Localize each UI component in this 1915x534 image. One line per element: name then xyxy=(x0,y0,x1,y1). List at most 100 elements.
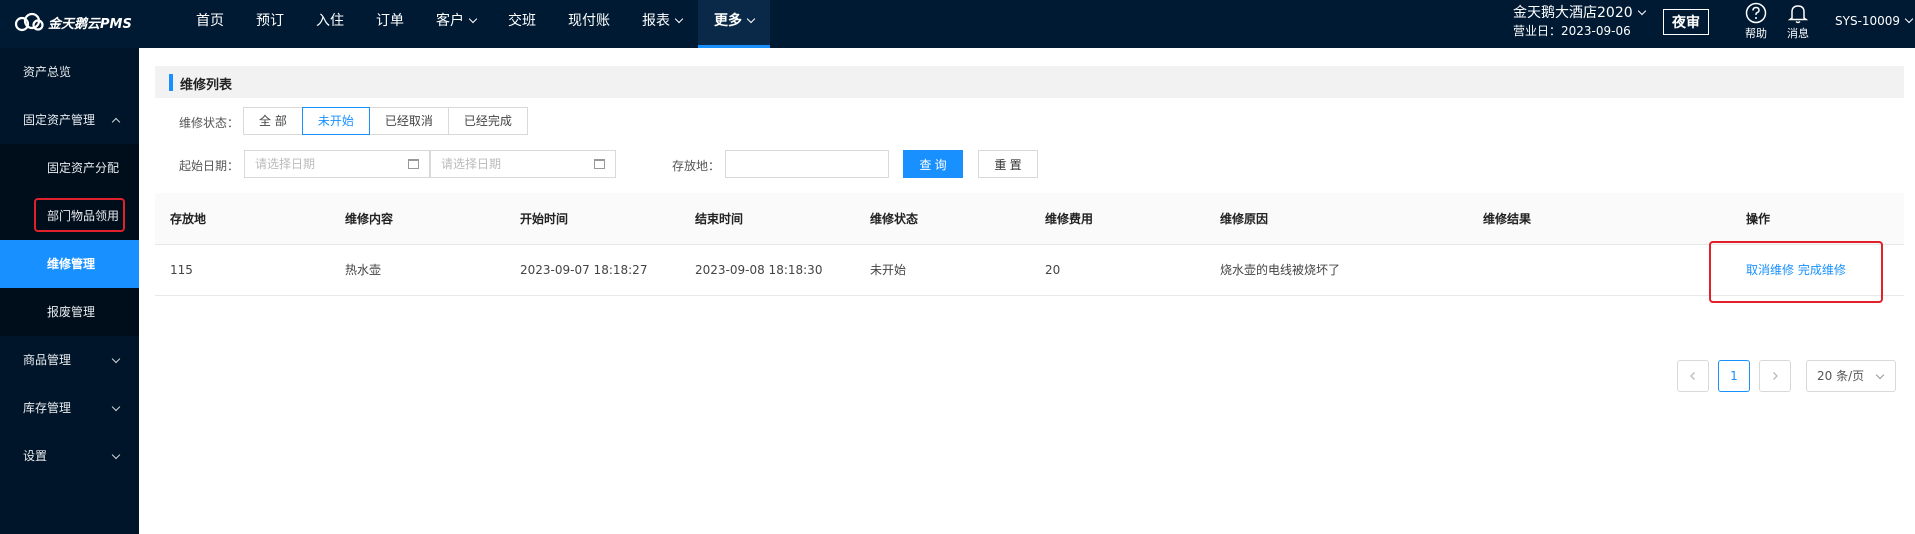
nav-orders[interactable]: 订单 xyxy=(360,0,420,48)
reset-button[interactable]: 重 置 xyxy=(978,150,1038,178)
sidebar-item-inventory[interactable]: 库存管理 xyxy=(0,384,139,432)
chevron-right-icon xyxy=(1773,372,1778,380)
nav-reports[interactable]: 报表 xyxy=(626,0,698,48)
column-header: 存放地 xyxy=(170,212,207,226)
sidebar-item-label: 维修管理 xyxy=(47,257,96,271)
date-placeholder: 请选择日期 xyxy=(255,157,316,171)
nav-label: 预订 xyxy=(256,13,284,29)
status-filter: 全 部 未开始 已经取消 已经完成 xyxy=(243,107,528,135)
sidebar-item-repair-management[interactable]: 维修管理 xyxy=(0,240,139,288)
sidebar-item-asset-overview[interactable]: 资产总览 xyxy=(0,48,139,96)
chevron-down-icon xyxy=(746,14,756,24)
page-size-value: 20 条/页 xyxy=(1817,369,1865,383)
table-row: 115 热水壶 2023-09-07 18:18:27 2023-09-08 1… xyxy=(155,245,1904,296)
messages-button[interactable]: 消息 xyxy=(1783,2,1813,41)
nav-customers[interactable]: 客户 xyxy=(420,0,492,48)
sidebar-item-fixed-assets[interactable]: 固定资产管理 xyxy=(0,96,139,144)
column-header: 操作 xyxy=(1746,212,1771,226)
highlight-box xyxy=(34,198,125,232)
bell-icon xyxy=(1787,5,1809,24)
query-button[interactable]: 查 询 xyxy=(903,150,963,178)
nav-home[interactable]: 首页 xyxy=(180,0,240,48)
status-option-cancelled[interactable]: 已经取消 xyxy=(368,107,449,135)
column-header: 维修原因 xyxy=(1220,212,1269,226)
cell-content: 热水壶 xyxy=(345,263,382,277)
chevron-down-icon xyxy=(674,14,684,24)
nav-label: 客户 xyxy=(436,13,464,29)
page-title: 维修列表 xyxy=(180,78,233,93)
main-content: 维修列表 维修状态： 全 部 未开始 已经取消 已经完成 起始日期： 请选择日期… xyxy=(139,48,1915,534)
status-option-all[interactable]: 全 部 xyxy=(243,107,303,135)
nav-label: 交班 xyxy=(508,13,536,29)
date-placeholder: 请选择日期 xyxy=(441,157,502,171)
user-name: SYS-10009 xyxy=(1835,14,1901,28)
cloud-icon xyxy=(14,12,44,32)
business-date: 营业日：2023-09-06 xyxy=(1513,24,1631,38)
nav-reservation[interactable]: 预订 xyxy=(240,0,300,48)
night-audit-button[interactable]: 夜审 xyxy=(1663,9,1709,35)
end-date-input[interactable]: 请选择日期 xyxy=(430,150,616,178)
calendar-icon xyxy=(594,159,605,169)
nav-cash-account[interactable]: 现付账 xyxy=(552,0,626,48)
column-header: 维修结果 xyxy=(1483,212,1532,226)
nav-label: 更多 xyxy=(714,13,742,29)
page-size-select[interactable]: 20 条/页 xyxy=(1806,360,1896,392)
start-date-input[interactable]: 请选择日期 xyxy=(244,150,430,178)
chevron-down-icon xyxy=(111,450,121,460)
help-button[interactable]: 帮助 xyxy=(1741,2,1771,41)
location-label: 存放地： xyxy=(672,159,721,173)
help-label: 帮助 xyxy=(1745,27,1767,40)
next-page-button[interactable] xyxy=(1759,360,1791,392)
section-header: 维修列表 xyxy=(155,66,1904,98)
prev-page-button[interactable] xyxy=(1677,360,1709,392)
cell-location: 115 xyxy=(170,263,193,277)
location-input[interactable] xyxy=(725,150,889,178)
sidebar-item-label: 资产总览 xyxy=(23,65,72,79)
chevron-up-icon xyxy=(111,117,121,127)
messages-label: 消息 xyxy=(1787,27,1809,40)
column-header: 结束时间 xyxy=(695,212,744,226)
cell-end-time: 2023-09-08 18:18:30 xyxy=(695,263,823,277)
calendar-icon xyxy=(408,159,419,169)
column-header: 维修费用 xyxy=(1045,212,1094,226)
sidebar-item-label: 设置 xyxy=(23,449,48,463)
page-number-button[interactable]: 1 xyxy=(1718,360,1750,392)
repair-table: 存放地 维修内容 开始时间 结束时间 维修状态 维修费用 维修原因 维修结果 操… xyxy=(155,193,1904,296)
hotel-selector[interactable]: 金天鹅大酒店2020 营业日：2023-09-06 xyxy=(1513,4,1646,40)
nav-shift[interactable]: 交班 xyxy=(492,0,552,48)
start-date-label: 起始日期： xyxy=(179,159,240,173)
help-icon xyxy=(1745,2,1767,24)
nav-more[interactable]: 更多 xyxy=(698,0,770,48)
sidebar-item-label: 报废管理 xyxy=(47,305,96,319)
status-option-completed[interactable]: 已经完成 xyxy=(447,107,528,135)
nav-label: 入住 xyxy=(316,13,344,29)
nav-label: 现付账 xyxy=(568,13,610,29)
sidebar-item-label: 固定资产管理 xyxy=(23,113,96,127)
cell-status: 未开始 xyxy=(870,263,907,277)
column-header: 维修状态 xyxy=(870,212,919,226)
chevron-down-icon xyxy=(1637,6,1646,16)
sidebar: 资产总览 固定资产管理 固定资产分配 部门物品领用 维修管理 报废管理 商品管理… xyxy=(0,48,139,534)
cell-reason: 烧水壶的电线被烧坏了 xyxy=(1220,263,1341,277)
sidebar-item-label: 固定资产分配 xyxy=(47,161,120,175)
sidebar-item-settings[interactable]: 设置 xyxy=(0,432,139,480)
logo-text: 金天鹅云PMS xyxy=(48,16,132,32)
nav-label: 首页 xyxy=(196,13,224,29)
status-option-not-started[interactable]: 未开始 xyxy=(301,107,370,135)
top-navbar: 金天鹅云PMS 首页 预订 入住 订单 客户 交班 现付账 报表 更多 金天鹅大… xyxy=(0,0,1915,48)
sidebar-item-scrap-management[interactable]: 报废管理 xyxy=(0,288,139,336)
status-filter-label: 维修状态： xyxy=(179,116,240,130)
sidebar-item-label: 商品管理 xyxy=(23,353,72,367)
nav-label: 订单 xyxy=(376,13,404,29)
cell-start-time: 2023-09-07 18:18:27 xyxy=(520,263,648,277)
chevron-down-icon xyxy=(1875,370,1885,380)
chevron-down-icon xyxy=(111,354,121,364)
sidebar-item-asset-allocation[interactable]: 固定资产分配 xyxy=(0,144,139,192)
app-logo[interactable]: 金天鹅云PMS xyxy=(14,11,132,33)
chevron-left-icon xyxy=(1690,372,1695,380)
chevron-down-icon xyxy=(111,402,121,412)
main-nav: 首页 预订 入住 订单 客户 交班 现付账 报表 更多 xyxy=(180,0,770,48)
user-menu[interactable]: SYS-10009 xyxy=(1835,14,1914,28)
nav-checkin[interactable]: 入住 xyxy=(300,0,360,48)
sidebar-item-goods[interactable]: 商品管理 xyxy=(0,336,139,384)
